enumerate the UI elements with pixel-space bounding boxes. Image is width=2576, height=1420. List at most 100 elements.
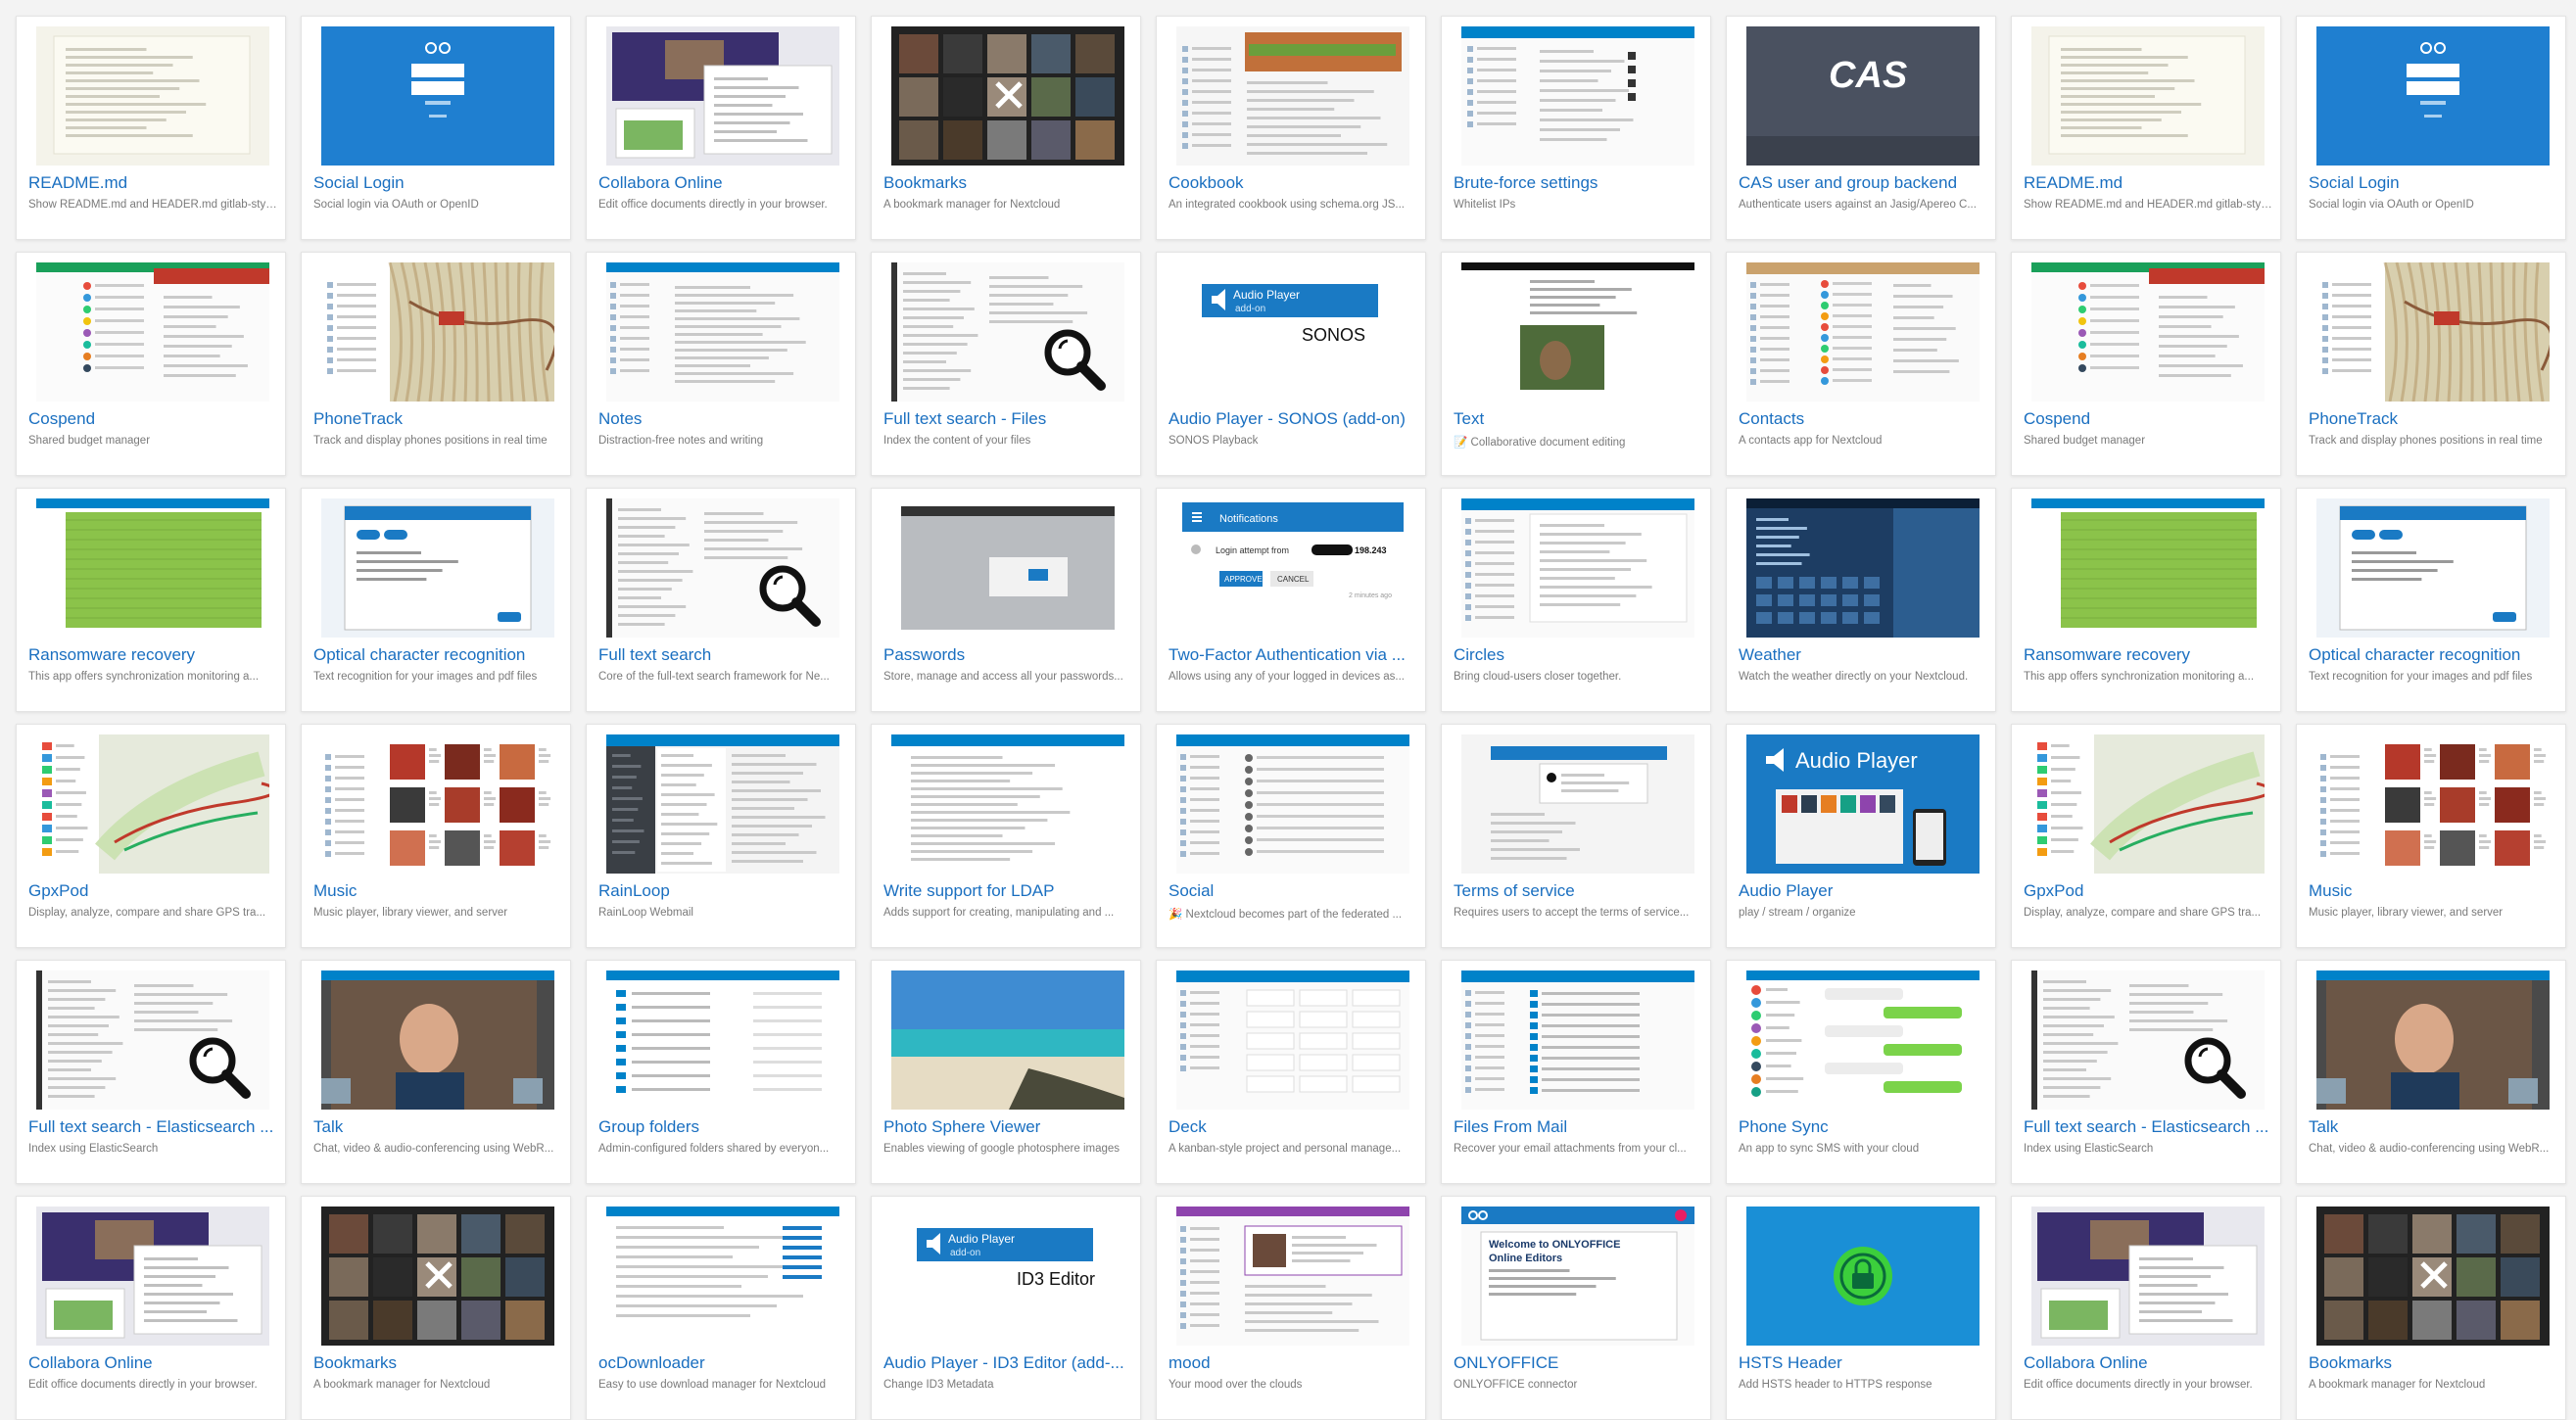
app-title[interactable]: ONLYOFFICE bbox=[1454, 1353, 1702, 1373]
app-card[interactable]: Phone Sync An app to sync SMS with your c… bbox=[1726, 960, 1996, 1184]
app-title[interactable]: Terms of service bbox=[1454, 881, 1702, 901]
app-title[interactable]: Write support for LDAP bbox=[883, 881, 1132, 901]
app-card[interactable]: Full text search - Elasticsearch ... Inde… bbox=[2011, 960, 2281, 1184]
app-card[interactable]: Full text search Core of the full-text se… bbox=[586, 488, 856, 712]
app-card[interactable]: Files From Mail Recover your email attach… bbox=[1441, 960, 1711, 1184]
app-title[interactable]: PhoneTrack bbox=[2309, 409, 2557, 429]
app-card[interactable]: Social 🎉 Nextcloud becomes part of the fe… bbox=[1156, 724, 1426, 948]
app-card[interactable]: Cospend Shared budget manager bbox=[2011, 252, 2281, 476]
app-title[interactable]: Brute-force settings bbox=[1454, 173, 1702, 193]
app-card[interactable]: Terms of service Requires users to accept… bbox=[1441, 724, 1711, 948]
app-card[interactable]: Music Music player, library viewer, and s… bbox=[301, 724, 571, 948]
app-title[interactable]: Contacts bbox=[1739, 409, 1987, 429]
app-card[interactable]: Contacts A contacts app for Nextcloud bbox=[1726, 252, 1996, 476]
app-card[interactable]: GpxPod Display, analyze, compare and shar… bbox=[2011, 724, 2281, 948]
app-card[interactable]: Bookmarks A bookmark manager for Nextclou… bbox=[871, 16, 1141, 240]
app-title[interactable]: Cospend bbox=[2024, 409, 2272, 429]
app-card[interactable]: Talk Chat, video & audio-conferencing usi… bbox=[301, 960, 571, 1184]
app-title[interactable]: Full text search - Elasticsearch ... bbox=[2024, 1117, 2272, 1137]
app-title[interactable]: Talk bbox=[2309, 1117, 2557, 1137]
app-title[interactable]: mood bbox=[1169, 1353, 1417, 1373]
app-card[interactable]: Deck A kanban-style project and personal … bbox=[1156, 960, 1426, 1184]
app-title[interactable]: GpxPod bbox=[2024, 881, 2272, 901]
app-card[interactable]: Optical character recognition Text recogn… bbox=[301, 488, 571, 712]
app-card[interactable]: Collabora Online Edit office documents di… bbox=[16, 1196, 286, 1420]
app-title[interactable]: Circles bbox=[1454, 645, 1702, 665]
app-card[interactable]: GpxPod Display, analyze, compare and shar… bbox=[16, 724, 286, 948]
app-title[interactable]: README.md bbox=[28, 173, 277, 193]
app-title[interactable]: Full text search - Elasticsearch ... bbox=[28, 1117, 277, 1137]
app-card[interactable]: Audio Player add-on SONOS Audio Player - SO… bbox=[1156, 252, 1426, 476]
app-title[interactable]: Music bbox=[313, 881, 562, 901]
app-card[interactable]: README.md Show README.md and HEADER.md gi… bbox=[2011, 16, 2281, 240]
app-title[interactable]: Optical character recognition bbox=[2309, 645, 2557, 665]
app-card[interactable]: Notifications Login attempt from 198.243 AP… bbox=[1156, 488, 1426, 712]
app-title[interactable]: PhoneTrack bbox=[313, 409, 562, 429]
app-card[interactable]: Passwords Store, manage and access all yo… bbox=[871, 488, 1141, 712]
app-card[interactable]: Audio Player Audio Player play / stream / … bbox=[1726, 724, 1996, 948]
app-card[interactable]: Welcome to ONLYOFFICE Online Editors ONLYO… bbox=[1441, 1196, 1711, 1420]
app-card[interactable]: Cookbook An integrated cookbook using sch… bbox=[1156, 16, 1426, 240]
app-card[interactable]: Weather Watch the weather directly on you… bbox=[1726, 488, 1996, 712]
app-title[interactable]: Audio Player - SONOS (add-on) bbox=[1169, 409, 1417, 429]
app-card[interactable]: PhoneTrack Track and display phones posit… bbox=[2296, 252, 2566, 476]
app-card[interactable]: Full text search - Files Index the conten… bbox=[871, 252, 1141, 476]
app-card[interactable]: Bookmarks A bookmark manager for Nextclou… bbox=[2296, 1196, 2566, 1420]
app-title[interactable]: Collabora Online bbox=[28, 1353, 277, 1373]
app-title[interactable]: HSTS Header bbox=[1739, 1353, 1987, 1373]
app-title[interactable]: README.md bbox=[2024, 173, 2272, 193]
app-card[interactable]: mood Your mood over the clouds bbox=[1156, 1196, 1426, 1420]
app-title[interactable]: Collabora Online bbox=[598, 173, 847, 193]
app-title[interactable]: Talk bbox=[313, 1117, 562, 1137]
app-card[interactable]: Social Login Social login via OAuth or Op… bbox=[301, 16, 571, 240]
app-card[interactable]: Bookmarks A bookmark manager for Nextclou… bbox=[301, 1196, 571, 1420]
app-card[interactable]: Collabora Online Edit office documents di… bbox=[586, 16, 856, 240]
app-card[interactable]: Group folders Admin-configured folders sh… bbox=[586, 960, 856, 1184]
app-title[interactable]: Ransomware recovery bbox=[2024, 645, 2272, 665]
app-title[interactable]: Bookmarks bbox=[883, 173, 1132, 193]
app-card[interactable]: Music Music player, library viewer, and s… bbox=[2296, 724, 2566, 948]
app-title[interactable]: Optical character recognition bbox=[313, 645, 562, 665]
app-title[interactable]: Social Login bbox=[313, 173, 562, 193]
app-title[interactable]: Social bbox=[1169, 881, 1417, 901]
app-card[interactable]: RainLoop RainLoop Webmail bbox=[586, 724, 856, 948]
app-card[interactable]: Brute-force settings Whitelist IPs bbox=[1441, 16, 1711, 240]
app-card[interactable]: Photo Sphere Viewer Enables viewing of go… bbox=[871, 960, 1141, 1184]
app-title[interactable]: Text bbox=[1454, 409, 1702, 429]
app-title[interactable]: Passwords bbox=[883, 645, 1132, 665]
app-card[interactable]: ocDownloader Easy to use download manager… bbox=[586, 1196, 856, 1420]
app-title[interactable]: Bookmarks bbox=[2309, 1353, 2557, 1373]
app-card[interactable]: Notes Distraction-free notes and writing bbox=[586, 252, 856, 476]
app-card[interactable]: Full text search - Elasticsearch ... Inde… bbox=[16, 960, 286, 1184]
app-card[interactable]: Text 📝 Collaborative document editing bbox=[1441, 252, 1711, 476]
app-title[interactable]: Deck bbox=[1169, 1117, 1417, 1137]
app-title[interactable]: Audio Player bbox=[1739, 881, 1987, 901]
app-title[interactable]: Cospend bbox=[28, 409, 277, 429]
app-card[interactable]: Ransomware recovery This app offers synch… bbox=[2011, 488, 2281, 712]
app-title[interactable]: Audio Player - ID3 Editor (add-... bbox=[883, 1353, 1132, 1373]
app-card[interactable]: Talk Chat, video & audio-conferencing usi… bbox=[2296, 960, 2566, 1184]
app-title[interactable]: Notes bbox=[598, 409, 847, 429]
app-title[interactable]: Music bbox=[2309, 881, 2557, 901]
app-title[interactable]: Full text search - Files bbox=[883, 409, 1132, 429]
app-card[interactable]: Collabora Online Edit office documents di… bbox=[2011, 1196, 2281, 1420]
app-card[interactable]: CAS CAS user and group backend Authenticat… bbox=[1726, 16, 1996, 240]
app-card[interactable]: Cospend Shared budget manager bbox=[16, 252, 286, 476]
app-card[interactable]: Audio Player add-on ID3 Editor Audio Player… bbox=[871, 1196, 1141, 1420]
app-title[interactable]: RainLoop bbox=[598, 881, 847, 901]
app-title[interactable]: Cookbook bbox=[1169, 173, 1417, 193]
app-title[interactable]: Weather bbox=[1739, 645, 1987, 665]
app-card[interactable]: HSTS Header Add HSTS header to HTTPS resp… bbox=[1726, 1196, 1996, 1420]
app-title[interactable]: Ransomware recovery bbox=[28, 645, 277, 665]
app-card[interactable]: PhoneTrack Track and display phones posit… bbox=[301, 252, 571, 476]
app-title[interactable]: Collabora Online bbox=[2024, 1353, 2272, 1373]
app-title[interactable]: Bookmarks bbox=[313, 1353, 562, 1373]
app-title[interactable]: GpxPod bbox=[28, 881, 277, 901]
app-title[interactable]: ocDownloader bbox=[598, 1353, 847, 1373]
app-title[interactable]: Social Login bbox=[2309, 173, 2557, 193]
app-card[interactable]: Ransomware recovery This app offers synch… bbox=[16, 488, 286, 712]
app-card[interactable]: Write support for LDAP Adds support for c… bbox=[871, 724, 1141, 948]
app-card[interactable]: Social Login Social login via OAuth or Op… bbox=[2296, 16, 2566, 240]
app-title[interactable]: Full text search bbox=[598, 645, 847, 665]
app-title[interactable]: Photo Sphere Viewer bbox=[883, 1117, 1132, 1137]
